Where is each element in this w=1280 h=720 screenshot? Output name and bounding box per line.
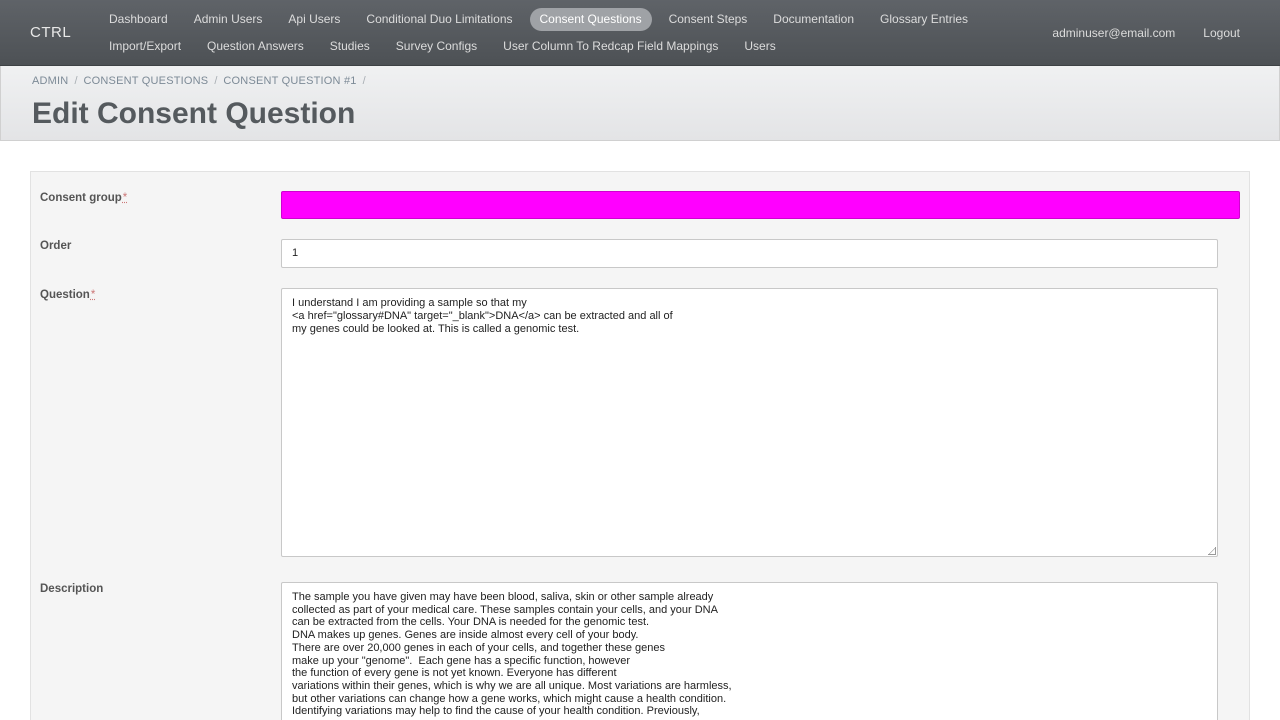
nav-row-secondary: Import/Export Question Answers Studies S… — [96, 35, 789, 58]
nav-row-primary: Dashboard Admin Users Api Users Conditio… — [96, 8, 981, 31]
consent-group-select[interactable] — [281, 191, 1240, 219]
top-navbar: CTRL Dashboard Admin Users Api Users Con… — [0, 0, 1280, 66]
logout-link[interactable]: Logout — [1175, 22, 1240, 45]
nav-item-api-users[interactable]: Api Users — [275, 8, 353, 31]
breadcrumb-consent-question-1[interactable]: CONSENT QUESTION #1 — [223, 75, 356, 87]
nav-item-conditional-duo-limitations[interactable]: Conditional Duo Limitations — [353, 8, 525, 31]
brand-logo[interactable]: CTRL — [30, 24, 71, 41]
description-textarea[interactable]: The sample you have given may have been … — [281, 582, 1218, 720]
breadcrumb-separator: / — [362, 75, 366, 87]
nav-item-consent-steps[interactable]: Consent Steps — [656, 8, 761, 31]
description-label: Description — [40, 583, 104, 595]
nav-user-area: adminuser@email.com Logout — [1024, 22, 1240, 45]
nav-item-import-export[interactable]: Import/Export — [96, 35, 194, 58]
nav-item-question-answers[interactable]: Question Answers — [194, 35, 317, 58]
breadcrumb-separator: / — [74, 75, 78, 87]
required-marker: * — [122, 192, 128, 204]
nav-item-users[interactable]: Users — [731, 35, 788, 58]
current-user-email[interactable]: adminuser@email.com — [1024, 22, 1175, 45]
breadcrumb-separator: / — [214, 75, 218, 87]
page-header: ADMIN / CONSENT QUESTIONS / CONSENT QUES… — [0, 66, 1280, 141]
required-marker: * — [90, 289, 96, 301]
nav-item-admin-users[interactable]: Admin Users — [181, 8, 276, 31]
consent-group-label: Consent group* — [40, 192, 128, 204]
question-label: Question* — [40, 289, 96, 301]
nav-item-documentation[interactable]: Documentation — [760, 8, 867, 31]
question-resize-handle[interactable] — [1208, 547, 1216, 555]
nav-item-dashboard[interactable]: Dashboard — [96, 8, 181, 31]
nav-item-consent-questions[interactable]: Consent Questions — [529, 8, 652, 31]
question-textarea[interactable]: I understand I am providing a sample so … — [281, 288, 1218, 557]
breadcrumb: ADMIN / CONSENT QUESTIONS / CONSENT QUES… — [32, 75, 372, 87]
nav-item-glossary-entries[interactable]: Glossary Entries — [867, 8, 981, 31]
nav-item-survey-configs[interactable]: Survey Configs — [383, 35, 490, 58]
order-label: Order — [40, 240, 72, 252]
order-input[interactable]: 1 — [281, 239, 1218, 268]
page-title: Edit Consent Question — [32, 97, 356, 130]
breadcrumb-consent-questions[interactable]: CONSENT QUESTIONS — [84, 75, 209, 87]
edit-form: Consent group* Order 1 Question* I under… — [30, 171, 1250, 720]
nav-item-user-column-mappings[interactable]: User Column To Redcap Field Mappings — [490, 35, 731, 58]
nav-item-studies[interactable]: Studies — [317, 35, 383, 58]
breadcrumb-admin[interactable]: ADMIN — [32, 75, 68, 87]
